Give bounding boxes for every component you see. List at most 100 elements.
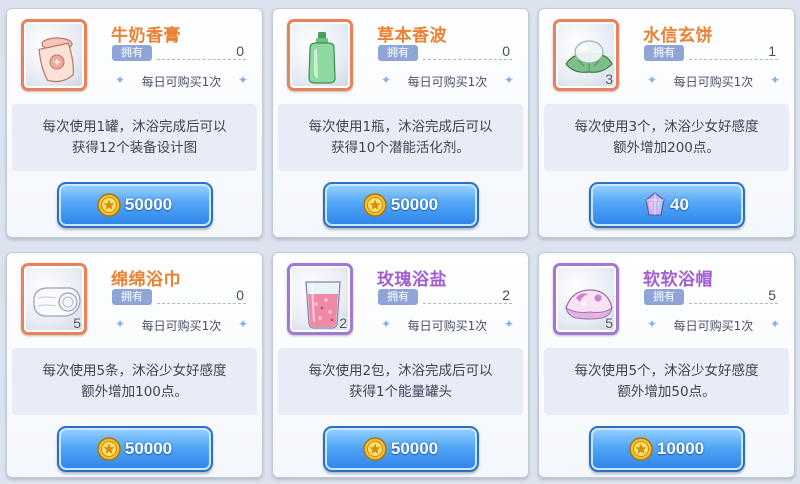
- sparkle-icon: ✦: [381, 317, 392, 331]
- purchase-limit: ✦ 每日可购买1次 ✦: [381, 317, 514, 334]
- price-label: 50000: [390, 195, 439, 214]
- sparkle-icon: ✦: [503, 73, 514, 87]
- buy-button[interactable]: 50000: [322, 426, 479, 472]
- item-name: 牛奶香膏: [111, 26, 181, 46]
- item-name: 绵绵浴巾: [111, 270, 181, 290]
- sparkle-icon: ✦: [381, 73, 392, 87]
- purchase-limit-text: 每日可购买1次: [141, 75, 222, 89]
- owned-badge: 拥有: [644, 45, 684, 61]
- price-label: 40: [670, 195, 689, 214]
- owned-divider: [689, 303, 778, 304]
- owned-divider: [157, 59, 246, 60]
- item-name: 玫瑰浴盐: [377, 270, 447, 290]
- owned-divider: [423, 59, 512, 60]
- buy-button[interactable]: 50000: [56, 426, 213, 472]
- owned-count: 5: [768, 287, 776, 303]
- sparkle-icon: ✦: [647, 73, 658, 87]
- item-name: 软软浴帽: [643, 270, 713, 290]
- owned-divider: [689, 59, 778, 60]
- stack-count: 2: [339, 315, 347, 331]
- owned-badge: 拥有: [112, 45, 152, 61]
- shampoo-bottle-icon: [308, 32, 336, 84]
- description-line-1: 每次使用5条，沐浴少女好感度: [42, 362, 227, 379]
- owned-badge: 拥有: [378, 45, 418, 61]
- owned-divider: [423, 303, 512, 304]
- item-thumbnail: [21, 19, 87, 91]
- purchase-limit-text: 每日可购买1次: [141, 319, 222, 333]
- item-description: 每次使用5个，沐浴少女好感度 额外增加50点。: [544, 348, 789, 415]
- purchase-limit: ✦ 每日可购买1次 ✦: [647, 317, 780, 334]
- description-line-2: 获得12个装备设计图: [71, 139, 198, 156]
- description-line-1: 每次使用1瓶，沐浴完成后可以: [308, 118, 493, 135]
- sparkle-icon: ✦: [769, 73, 780, 87]
- purchase-limit-text: 每日可购买1次: [407, 319, 488, 333]
- shop-item-card[interactable]: 2 玫瑰浴盐 拥有 2 ✦ 每日可购买1次 ✦ 每次使用2包，沐浴完成后可以 获…: [272, 252, 529, 478]
- sparkle-icon: ✦: [237, 317, 248, 331]
- item-thumbnail: 3: [553, 19, 619, 91]
- owned-count: 0: [236, 43, 244, 59]
- purchase-limit: ✦ 每日可购买1次 ✦: [381, 73, 514, 90]
- sparkle-icon: ✦: [769, 317, 780, 331]
- gold-coin-icon: [363, 193, 387, 217]
- description-line-1: 每次使用1罐，沐浴完成后可以: [42, 118, 227, 135]
- purchase-limit: ✦ 每日可购买1次 ✦: [115, 317, 248, 334]
- item-thumbnail: 5: [553, 263, 619, 335]
- stack-count: 3: [605, 71, 613, 87]
- gem-icon: [645, 192, 665, 216]
- description-line-1: 每次使用2包，沐浴完成后可以: [308, 362, 493, 379]
- purchase-limit: ✦ 每日可购买1次 ✦: [647, 73, 780, 90]
- owned-badge: 拥有: [112, 289, 152, 305]
- buy-button[interactable]: 50000: [56, 182, 213, 228]
- stack-count: 5: [605, 315, 613, 331]
- item-thumbnail: 2: [287, 263, 353, 335]
- purchase-limit-text: 每日可购买1次: [407, 75, 488, 89]
- item-name: 水信玄饼: [643, 26, 713, 46]
- gold-coin-icon: [97, 193, 121, 217]
- purchase-limit-text: 每日可购买1次: [673, 319, 754, 333]
- owned-count: 1: [768, 43, 776, 59]
- purchase-limit: ✦ 每日可购买1次 ✦: [115, 73, 248, 90]
- sparkle-icon: ✦: [647, 317, 658, 331]
- gold-coin-icon: [363, 437, 387, 461]
- item-description: 每次使用1罐，沐浴完成后可以 获得12个装备设计图: [12, 104, 257, 171]
- price-label: 50000: [390, 439, 439, 458]
- sparkle-icon: ✦: [115, 317, 126, 331]
- description-line-1: 每次使用5个，沐浴少女好感度: [574, 362, 759, 379]
- shop-item-card[interactable]: 5 绵绵浴巾 拥有 0 ✦ 每日可购买1次 ✦ 每次使用5条，沐浴少女好感度 额…: [6, 252, 263, 478]
- gold-coin-icon: [97, 437, 121, 461]
- owned-divider: [157, 303, 246, 304]
- description-line-1: 每次使用3个，沐浴少女好感度: [574, 118, 759, 135]
- shop-item-card[interactable]: 草本香波 拥有 0 ✦ 每日可购买1次 ✦ 每次使用1瓶，沐浴完成后可以 获得1…: [272, 8, 529, 238]
- shop-item-card[interactable]: 5 软软浴帽 拥有 5 ✦ 每日可购买1次 ✦ 每次使用5个，沐浴少女好感度 额…: [538, 252, 795, 478]
- gold-coin-icon: [629, 437, 653, 461]
- description-line-2: 额外增加200点。: [613, 139, 720, 156]
- shop-item-card[interactable]: 牛奶香膏 拥有 0 ✦ 每日可购买1次 ✦ 每次使用1罐，沐浴完成后可以 获得1…: [6, 8, 263, 238]
- price-label: 50000: [124, 195, 173, 214]
- item-name: 草本香波: [377, 26, 447, 46]
- buy-button[interactable]: 40: [588, 182, 745, 228]
- buy-button[interactable]: 50000: [322, 182, 479, 228]
- description-line-2: 额外增加50点。: [617, 383, 716, 400]
- item-thumbnail: 5: [21, 263, 87, 335]
- buy-button[interactable]: 10000: [588, 426, 745, 472]
- stack-count: 5: [73, 315, 81, 331]
- owned-count: 0: [502, 43, 510, 59]
- owned-badge: 拥有: [644, 289, 684, 305]
- item-thumbnail: [287, 19, 353, 91]
- item-description: 每次使用5条，沐浴少女好感度 额外增加100点。: [12, 348, 257, 415]
- sparkle-icon: ✦: [503, 317, 514, 331]
- price-label: 50000: [124, 439, 173, 458]
- shop-grid: 牛奶香膏 拥有 0 ✦ 每日可购买1次 ✦ 每次使用1罐，沐浴完成后可以 获得1…: [6, 8, 795, 478]
- owned-badge: 拥有: [378, 289, 418, 305]
- owned-count: 2: [502, 287, 510, 303]
- item-description: 每次使用3个，沐浴少女好感度 额外增加200点。: [544, 104, 789, 171]
- sparkle-icon: ✦: [237, 73, 248, 87]
- price-label: 10000: [656, 439, 705, 458]
- purchase-limit-text: 每日可购买1次: [673, 75, 754, 89]
- description-line-2: 获得10个潜能活化剂。: [331, 139, 470, 156]
- owned-count: 0: [236, 287, 244, 303]
- sparkle-icon: ✦: [115, 73, 126, 87]
- description-line-2: 获得1个能量罐头: [348, 383, 453, 400]
- shop-item-card[interactable]: 3 水信玄饼 拥有 1 ✦ 每日可购买1次 ✦ 每次使用3个，沐浴少女好感度 额…: [538, 8, 795, 238]
- cream-jar-icon: [38, 37, 74, 83]
